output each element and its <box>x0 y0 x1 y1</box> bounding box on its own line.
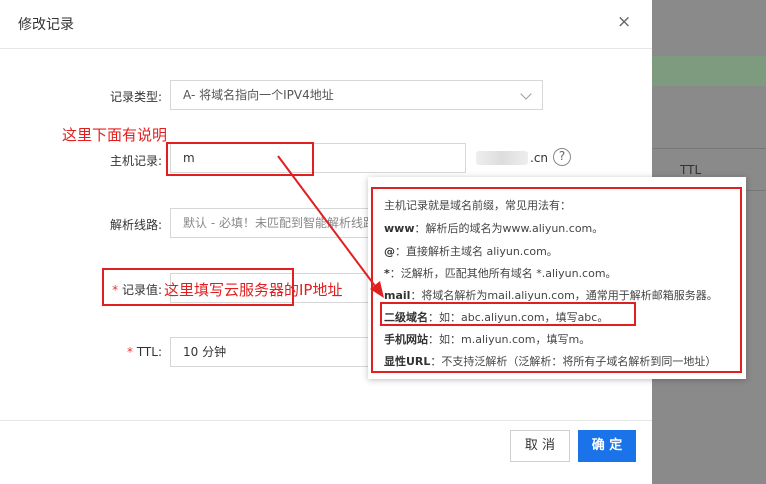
annotation-arrow <box>277 155 384 298</box>
